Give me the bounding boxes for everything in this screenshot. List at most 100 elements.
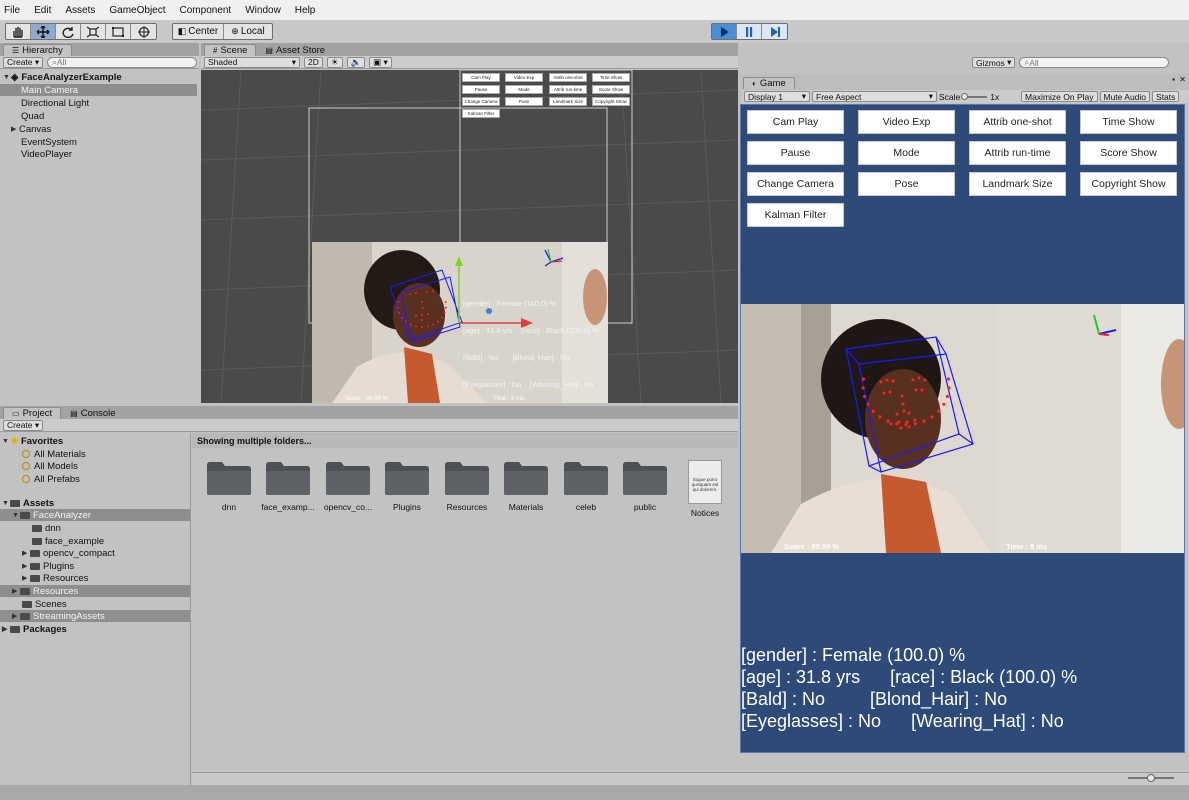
game-button-copyright-show[interactable]: Copyright Show xyxy=(1080,172,1177,196)
hierarchy-item-quad[interactable]: Quad xyxy=(21,110,44,122)
panel-close-icon[interactable]: ✕ xyxy=(1179,75,1186,84)
expand-arrow-icon[interactable]: ▼ xyxy=(2,438,10,445)
expand-arrow-icon[interactable]: ▶ xyxy=(11,125,19,133)
rotate-tool-icon[interactable] xyxy=(56,24,81,39)
expand-arrow-icon[interactable]: ▼ xyxy=(12,512,20,519)
tree-item-scenes[interactable]: Scenes xyxy=(22,598,67,610)
game-button-attrib-run-time[interactable]: Attrib run-time xyxy=(969,141,1066,165)
expand-arrow-icon[interactable]: ▼ xyxy=(2,500,10,507)
move-gizmo[interactable] xyxy=(201,70,738,403)
step-icon[interactable] xyxy=(762,24,787,39)
shading-dropdown[interactable]: Shaded ▾ xyxy=(204,56,300,68)
folder-opencv-co-[interactable]: opencv_co... xyxy=(319,460,377,512)
game-button-kalman-filter[interactable]: Kalman Filter xyxy=(747,203,844,227)
game-button-cam-play[interactable]: Cam Play xyxy=(747,110,844,134)
file-notices[interactable]: Sogue porro quisquam est qui dolorem. Not… xyxy=(676,460,734,518)
scene-search-input[interactable]: ⌕ All xyxy=(1019,57,1170,68)
lighting-icon[interactable]: ☀ xyxy=(326,56,343,68)
pause-icon[interactable] xyxy=(737,24,762,39)
menu-edit[interactable]: Edit xyxy=(34,5,51,16)
menu-help[interactable]: Help xyxy=(295,5,316,16)
packages-header[interactable]: ▶ Packages xyxy=(2,623,67,635)
assets-header[interactable]: ▼ Assets xyxy=(2,497,54,509)
tree-item-dnn[interactable]: dnn xyxy=(32,522,61,534)
favorite-all-models[interactable]: All Models xyxy=(22,460,78,472)
game-button-score-show[interactable]: Score Show xyxy=(1080,141,1177,165)
mute-audio-toggle[interactable]: Mute Audio xyxy=(1099,91,1151,102)
tab-asset-store[interactable]: ▤ Asset Store xyxy=(256,44,335,56)
expand-arrow-icon[interactable]: ▶ xyxy=(12,587,20,595)
scale-control[interactable]: Scale 1x xyxy=(939,92,1019,102)
hierarchy-item-eventsystem[interactable]: EventSystem xyxy=(21,136,77,148)
tab-console[interactable]: ▤ Console xyxy=(61,407,125,419)
hand-tool-icon[interactable] xyxy=(6,24,31,39)
game-button-change-camera[interactable]: Change Camera xyxy=(747,172,844,196)
scale-tool-icon[interactable] xyxy=(81,24,106,39)
game-button-landmark-size[interactable]: Landmark Size xyxy=(969,172,1066,196)
play-icon[interactable] xyxy=(712,24,737,39)
move-tool-icon[interactable] xyxy=(31,24,56,39)
rect-tool-icon[interactable] xyxy=(106,24,131,39)
tree-item-resources-inner[interactable]: ▶ Resources xyxy=(22,572,88,584)
panel-menu-icon[interactable]: ▪ xyxy=(1172,75,1175,84)
menu-component[interactable]: Component xyxy=(180,5,232,16)
hierarchy-search-input[interactable]: ⌕ All xyxy=(47,56,198,68)
favorites-header[interactable]: ▼ ★ Favorites xyxy=(2,435,63,447)
folder-plugins[interactable]: Plugins xyxy=(378,460,436,512)
favorite-all-materials[interactable]: All Materials xyxy=(22,448,86,460)
tree-item-plugins[interactable]: ▶ Plugins xyxy=(22,560,74,572)
expand-arrow-icon[interactable]: ▶ xyxy=(12,612,20,620)
tab-project[interactable]: ▭ Project xyxy=(3,407,62,419)
pivot-center-button[interactable]: ◧ Center xyxy=(173,24,224,39)
expand-arrow-icon[interactable]: ▶ xyxy=(2,625,10,633)
favorite-all-prefabs[interactable]: All Prefabs xyxy=(22,473,80,485)
mode-2d-toggle[interactable]: 2D xyxy=(304,56,323,68)
game-button-time-show[interactable]: Time Show xyxy=(1080,110,1177,134)
expand-arrow-icon[interactable]: ▶ xyxy=(22,562,30,570)
game-button-pause[interactable]: Pause xyxy=(747,141,844,165)
game-button-video-exp[interactable]: Video Exp xyxy=(858,110,955,134)
stats-toggle[interactable]: Stats xyxy=(1152,91,1180,102)
game-button-mode[interactable]: Mode xyxy=(858,141,955,165)
game-button-attrib-one-shot[interactable]: Attrib one-shot xyxy=(969,110,1066,134)
tab-game[interactable]: ◐ Game xyxy=(743,77,795,89)
maximize-on-play-toggle[interactable]: Maximize On Play xyxy=(1021,91,1098,102)
tab-scene[interactable]: # Scene xyxy=(204,44,257,56)
folder-materials[interactable]: Materials xyxy=(497,460,555,512)
menu-gameobject[interactable]: GameObject xyxy=(109,5,165,16)
zoom-slider-thumb[interactable] xyxy=(1147,774,1155,782)
effects-icon[interactable]: ▣ ▾ xyxy=(369,56,392,68)
folder-public[interactable]: public xyxy=(616,460,674,512)
aspect-dropdown[interactable]: Free Aspect ▾ xyxy=(812,91,937,102)
tree-item-resources[interactable]: ▶ Resources xyxy=(0,585,190,597)
transform-tool-icon[interactable] xyxy=(131,24,156,39)
tree-item-face-example[interactable]: face_example xyxy=(32,535,104,547)
hierarchy-item-directional-light[interactable]: Directional Light xyxy=(21,97,89,109)
expand-arrow-icon[interactable]: ▶ xyxy=(22,574,30,582)
tree-item-opencv-compact[interactable]: ▶ opencv_compact xyxy=(22,547,115,559)
hierarchy-create-dropdown[interactable]: Create ▾ xyxy=(3,56,44,68)
menu-file[interactable]: File xyxy=(4,5,20,16)
hierarchy-item-canvas[interactable]: ▶ Canvas xyxy=(11,123,51,135)
hierarchy-item-videoplayer[interactable]: VideoPlayer xyxy=(21,148,72,160)
scene-viewport[interactable]: Cam Play Video Exp Attrib one-shot Time Sho… xyxy=(201,70,738,403)
tree-item-streamingassets[interactable]: ▶ StreamingAssets xyxy=(0,610,190,622)
display-dropdown[interactable]: Display 1 ▾ xyxy=(744,91,810,102)
folder-resources[interactable]: Resources xyxy=(438,460,496,512)
pivot-local-button[interactable]: ⊕ Local xyxy=(224,24,272,39)
folder-dnn[interactable]: dnn xyxy=(200,460,258,512)
gizmos-dropdown[interactable]: Gizmos ▾ xyxy=(972,57,1016,68)
audio-icon[interactable]: 🔈 xyxy=(346,56,366,68)
folder-celeb[interactable]: celeb xyxy=(557,460,615,512)
menu-window[interactable]: Window xyxy=(245,5,281,16)
hierarchy-item-main-camera[interactable]: Main Camera xyxy=(0,84,197,96)
project-create-dropdown[interactable]: Create ▾ xyxy=(3,419,44,431)
tab-hierarchy[interactable]: ☰ Hierarchy xyxy=(3,44,72,56)
expand-arrow-icon[interactable]: ▼ xyxy=(3,74,11,81)
tree-item-faceanalyzer[interactable]: ▼ FaceAnalyzer xyxy=(0,509,190,521)
expand-arrow-icon[interactable]: ▶ xyxy=(22,549,30,557)
menu-assets[interactable]: Assets xyxy=(65,5,95,16)
scene-root[interactable]: ▼ ◈ FaceAnalyzerExample xyxy=(3,71,195,83)
game-button-pose[interactable]: Pose xyxy=(858,172,955,196)
folder-face-examp-[interactable]: face_examp... xyxy=(259,460,317,512)
